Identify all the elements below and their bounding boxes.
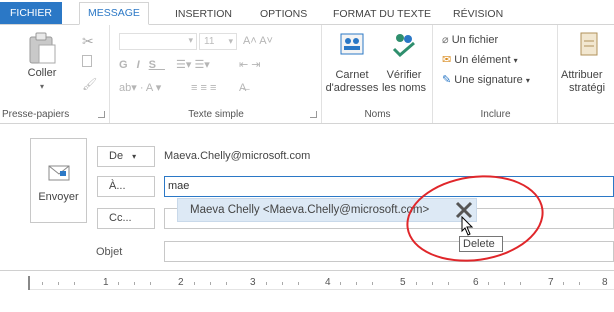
signature-icon: ✎ (442, 74, 452, 86)
group-basic-text: ▾ 11 ▾ A˄ A˅ GIS ☰▾ ☰▾ ⇤ ⇥ ab▾ · A ▾ ≡ ≡… (111, 25, 322, 123)
to-field[interactable]: mae (164, 176, 614, 197)
address-book-icon (340, 33, 364, 55)
autocomplete-suggestion-text: Maeva Chelly <Maeva.Chelly@microsoft.com… (190, 204, 430, 216)
tab-message[interactable]: MESSAGE (79, 2, 149, 25)
send-button[interactable]: Envoyer (30, 138, 87, 223)
copy-icon[interactable] (82, 55, 92, 67)
address-book-button[interactable]: Carnet d'adresses (325, 31, 379, 95)
from-dropdown-icon: ▾ (132, 152, 137, 161)
group-label-basic-text: Texte simple (188, 109, 244, 120)
group-clipboard: Coller ▾ ✂ 🖌 Presse-papiers (0, 25, 110, 123)
cut-icon[interactable]: ✂ (82, 33, 94, 50)
ruler-number: 8 (602, 277, 608, 288)
tab-insertion[interactable]: INSERTION (167, 7, 240, 24)
font-size-select[interactable]: 11 ▾ (199, 33, 237, 50)
bullets-numbering-icon[interactable]: ☰▾ ☰▾ (176, 58, 210, 72)
paste-label: Coller (27, 67, 57, 79)
header-body-divider (0, 270, 614, 271)
signature-label: Une signature (454, 74, 523, 86)
font-name-select[interactable]: ▾ (119, 33, 197, 50)
clear-format-icon[interactable]: A̶ (239, 81, 246, 95)
signature-button[interactable]: ✎ Une signature ▾ (442, 73, 530, 88)
group-label-include: Inclure (480, 109, 511, 120)
assign-policy-button[interactable]: Attribuer stratégi (561, 31, 614, 95)
paste-dropdown-icon[interactable]: ▾ (20, 80, 64, 93)
tab-revision[interactable]: RÉVISION (445, 7, 511, 24)
paste-button[interactable]: Coller ▾ (20, 31, 64, 93)
group-label-names: Noms (364, 109, 391, 120)
address-book-label-2: d'adresses (325, 82, 379, 94)
grow-shrink-font-icon[interactable]: A˄ A˅ (243, 34, 273, 48)
bold-italic-underline-icon[interactable]: GIS (119, 58, 165, 72)
assign-policy-label-1: Attribuer (561, 69, 603, 81)
highlight-font-color-icon[interactable]: ab▾ · A ▾ (119, 81, 161, 95)
ribbon-tab-bar: FICHIER MESSAGE INSERTION OPTIONS FORMAT… (0, 0, 614, 25)
basic-text-launcher-icon[interactable] (310, 111, 317, 118)
from-button[interactable]: De ▾ (97, 146, 155, 167)
check-names-label-2: les noms (381, 82, 427, 94)
paperclip-icon: ⌀ (442, 34, 449, 46)
tab-format-du-texte[interactable]: FORMAT DU TEXTE (325, 7, 439, 24)
ruler-number: 4 (325, 277, 331, 288)
from-value: Maeva.Chelly@microsoft.com (164, 150, 311, 162)
check-names-button[interactable]: Vérifier les noms (379, 31, 429, 95)
attach-item-label: Un élément (454, 54, 511, 66)
check-names-icon (392, 34, 415, 58)
check-names-label-1: Vérifier (386, 69, 422, 81)
cc-button-label: Cc... (109, 212, 132, 224)
assign-policy-label-2: stratégi (569, 82, 606, 94)
font-size-value: 11 (204, 36, 215, 47)
group-include: ⌀ Un fichier ✉ Un élément ▾ ✎ Une signat… (434, 25, 558, 123)
to-button[interactable]: À... (97, 176, 155, 197)
to-field-value: mae (168, 180, 190, 192)
ribbon: Coller ▾ ✂ 🖌 Presse-papiers ▾ 11 ▾ A˄ A˅… (0, 24, 614, 124)
ruler-number: 6 (473, 277, 479, 288)
indent-icon[interactable]: ⇤ ⇥ (239, 58, 261, 72)
alignment-icon[interactable]: ≡ ≡ ≡ (191, 81, 216, 95)
to-button-label: À... (109, 180, 126, 192)
policy-icon (580, 32, 598, 56)
ruler: 1 2 3 4 5 6 7 8 (28, 276, 614, 290)
tab-options[interactable]: OPTIONS (252, 7, 315, 24)
attach-file-button[interactable]: ⌀ Un fichier (442, 33, 498, 47)
address-book-label-1: Carnet (335, 69, 369, 81)
group-names: Carnet d'adresses Vérifier les noms Noms (323, 25, 433, 123)
signature-dropdown-icon: ▾ (525, 76, 530, 85)
attach-item-dropdown-icon: ▾ (513, 56, 518, 65)
attach-file-label: Un fichier (451, 34, 499, 46)
outlook-item-icon: ✉ (442, 54, 452, 66)
attach-item-button[interactable]: ✉ Un élément ▾ (442, 53, 518, 68)
group-tags: Attribuer stratégi (559, 25, 614, 123)
subject-field[interactable] (164, 241, 614, 262)
ruler-number: 5 (400, 277, 406, 288)
ruler-number: 2 (178, 277, 184, 288)
ruler-number: 7 (548, 277, 554, 288)
ruler-number: 1 (103, 277, 109, 288)
format-painter-icon[interactable]: 🖌 (82, 77, 97, 91)
cc-button[interactable]: Cc... (97, 208, 155, 229)
send-label: Envoyer (38, 191, 79, 203)
send-icon (48, 165, 70, 181)
clipboard-launcher-icon[interactable] (98, 111, 105, 118)
subject-label: Objet (96, 246, 123, 258)
from-button-label: De (109, 150, 124, 162)
tab-fichier[interactable]: FICHIER (0, 2, 62, 24)
group-label-clipboard: Presse-papiers (2, 109, 70, 120)
ruler-indent-marker[interactable] (28, 276, 30, 290)
ruler-number: 3 (250, 277, 256, 288)
paste-icon (29, 32, 56, 64)
